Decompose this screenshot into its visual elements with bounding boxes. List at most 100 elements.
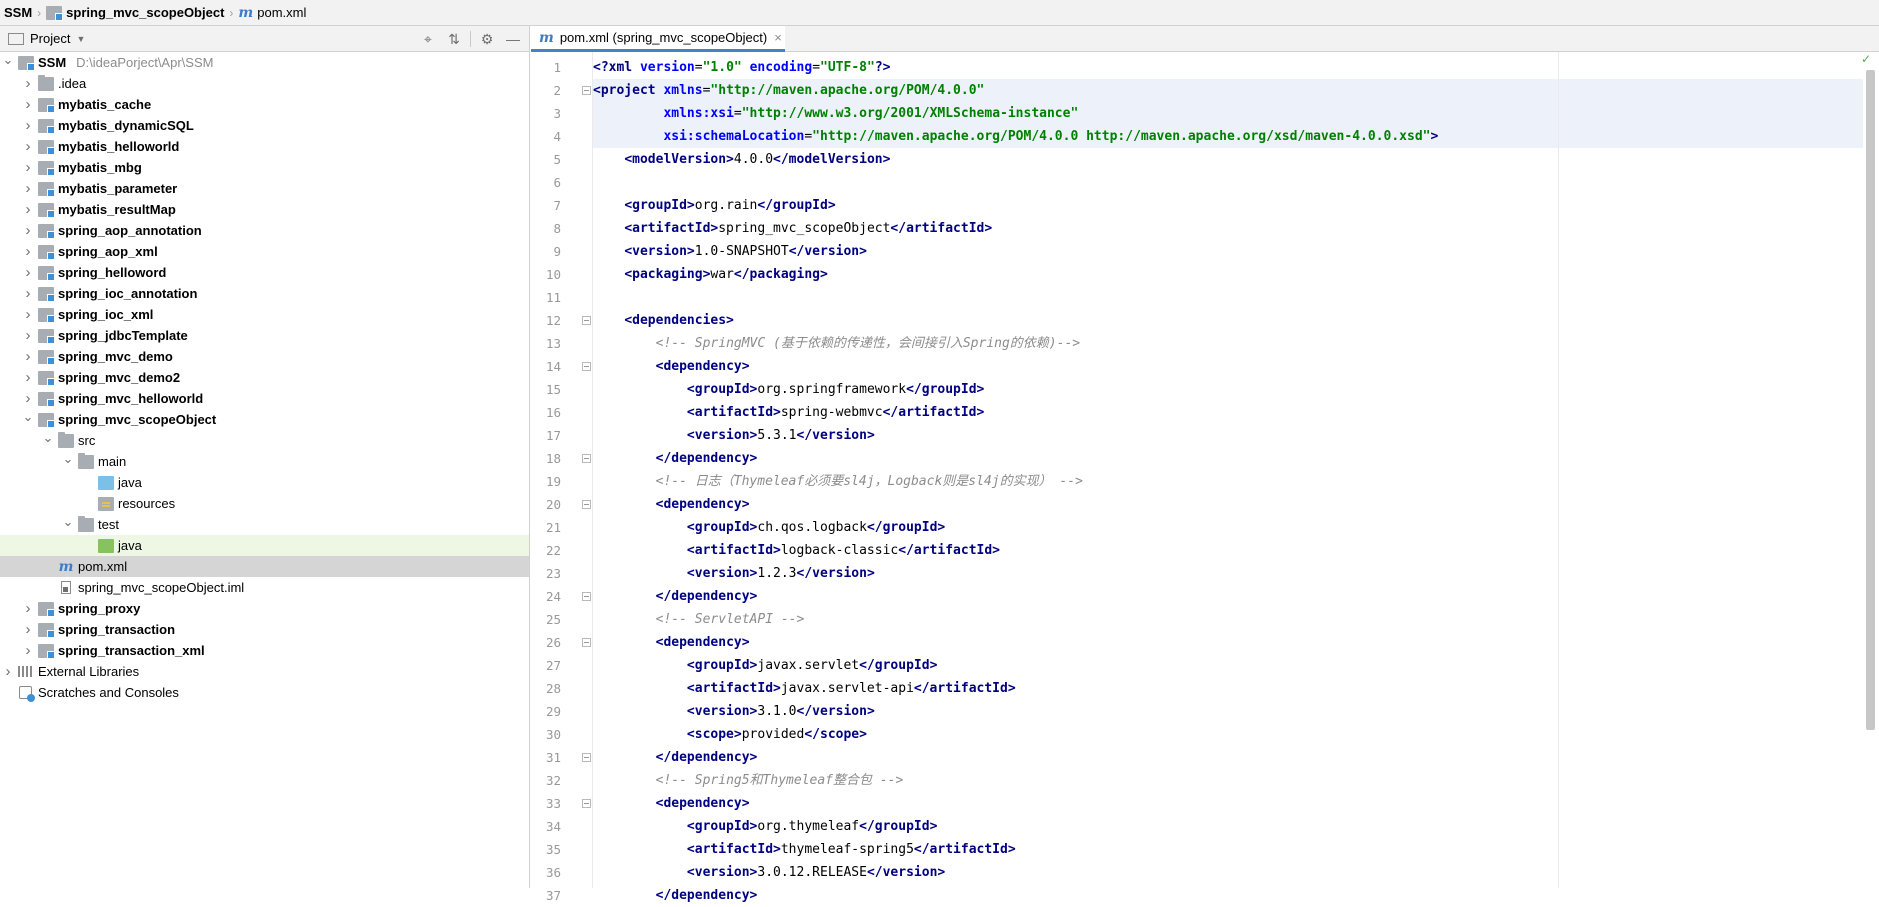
chevron-right-icon[interactable]: ›	[22, 390, 34, 407]
chevron-down-icon[interactable]: ▼	[76, 34, 85, 44]
tree-item[interactable]: › spring_transaction_xml	[0, 640, 529, 661]
fold-toggle-icon[interactable]	[582, 362, 591, 371]
tree-item[interactable]: ⌄ test	[0, 514, 529, 535]
project-tool-window: Project ▼ ⌖ ⇅ ⚙ — ⌄ SSM D:\ideaPorject\Apr…	[0, 26, 530, 888]
chevron-down-icon[interactable]: ⌄	[62, 451, 74, 466]
tree-item[interactable]: › mybatis_parameter	[0, 178, 529, 199]
chevron-right-icon[interactable]: ›	[22, 264, 34, 281]
chevron-right-icon[interactable]: ›	[22, 138, 34, 155]
tree-item[interactable]: › mybatis_resultMap	[0, 199, 529, 220]
chevron-right-icon[interactable]: ›	[22, 159, 34, 176]
vertical-scrollbar[interactable]	[1866, 70, 1875, 730]
project-view-selector[interactable]: Project	[30, 31, 70, 46]
fold-toggle-icon[interactable]	[582, 753, 591, 762]
tree-item[interactable]: Scratches and Consoles	[0, 682, 529, 703]
chevron-down-icon[interactable]: ⌄	[62, 514, 74, 529]
tree-item[interactable]: › mybatis_cache	[0, 94, 529, 115]
code-text-area[interactable]: <?xml version="1.0" encoding="UTF-8"?> <p…	[593, 52, 1879, 903]
tree-item[interactable]: › spring_mvc_demo2	[0, 367, 529, 388]
folder-icon	[78, 515, 94, 532]
chevron-right-icon[interactable]: ›	[22, 180, 34, 197]
crosshair-icon[interactable]: ⌖	[418, 29, 438, 49]
chevron-down-icon[interactable]: ⌄	[2, 52, 14, 67]
tree-item[interactable]: › External Libraries	[0, 661, 529, 682]
tree-item[interactable]: › mybatis_helloworld	[0, 136, 529, 157]
line-number: 32	[545, 773, 561, 788]
code-token: <!-- Spring5和Thymeleaf整合包 -->	[655, 773, 904, 788]
code-token: xsi:schemaLocation	[663, 129, 805, 144]
maven-file-icon: m	[539, 29, 554, 46]
tree-item[interactable]: › mybatis_dynamicSQL	[0, 115, 529, 136]
collapse-all-icon[interactable]: ⇅	[444, 29, 464, 49]
fold-toggle-icon[interactable]	[582, 592, 591, 601]
tree-item[interactable]: resources	[0, 493, 529, 514]
line-number: 24	[545, 589, 561, 604]
chevron-right-icon[interactable]: ›	[22, 348, 34, 365]
chevron-right-icon[interactable]: ›	[22, 642, 34, 659]
chevron-right-icon[interactable]: ›	[22, 243, 34, 260]
module-folder-icon	[38, 118, 55, 134]
code-line: </dependency>	[593, 746, 1863, 769]
chevron-right-icon[interactable]: ›	[22, 327, 34, 344]
line-number: 2	[553, 83, 561, 98]
tree-item[interactable]: ⌄ spring_mvc_scopeObject	[0, 409, 529, 430]
tree-item[interactable]: › spring_helloword	[0, 262, 529, 283]
tree-item[interactable]: ⌄ main	[0, 451, 529, 472]
tree-item[interactable]: ⌄ SSM D:\ideaPorject\Apr\SSM	[0, 52, 529, 73]
code-token: <project	[593, 83, 664, 98]
tree-item[interactable]: ⌄ src	[0, 430, 529, 451]
minimize-icon[interactable]: —	[503, 29, 523, 49]
chevron-right-icon[interactable]: ›	[22, 306, 34, 323]
tree-item[interactable]: java	[0, 472, 529, 493]
tree-item[interactable]: › .idea	[0, 73, 529, 94]
tree-item[interactable]: › spring_mvc_helloworld	[0, 388, 529, 409]
tree-item[interactable]: › spring_ioc_xml	[0, 304, 529, 325]
tree-item[interactable]: › mybatis_mbg	[0, 157, 529, 178]
tree-item[interactable]: › spring_proxy	[0, 598, 529, 619]
line-number: 26	[545, 635, 561, 650]
tree-item[interactable]: › spring_mvc_demo	[0, 346, 529, 367]
code-token: <version>	[624, 244, 695, 259]
breadcrumb-item-ssm[interactable]: SSM	[4, 0, 32, 26]
tree-item-label: pom.xml	[78, 559, 128, 574]
tree-item-label: src	[78, 433, 96, 448]
chevron-right-icon[interactable]: ›	[22, 222, 34, 239]
chevron-right-icon[interactable]: ›	[22, 75, 34, 92]
tree-item[interactable]: › spring_aop_annotation	[0, 220, 529, 241]
chevron-right-icon[interactable]: ›	[22, 600, 34, 617]
fold-toggle-icon[interactable]	[582, 316, 591, 325]
breadcrumb-item-module[interactable]: spring_mvc_scopeObject	[46, 0, 224, 26]
tree-item[interactable]: › spring_ioc_annotation	[0, 283, 529, 304]
breadcrumb-item-file[interactable]: m pom.xml	[238, 0, 306, 26]
tab-pom-xml[interactable]: m pom.xml (spring_mvc_scopeObject) ×	[531, 26, 785, 52]
chevron-right-icon[interactable]: ›	[22, 621, 34, 638]
tree-item[interactable]: m pom.xml	[0, 556, 529, 577]
chevron-right-icon[interactable]: ›	[22, 285, 34, 302]
tree-item[interactable]: › spring_transaction	[0, 619, 529, 640]
chevron-right-icon[interactable]: ›	[22, 201, 34, 218]
fold-toggle-icon[interactable]	[582, 638, 591, 647]
close-icon[interactable]: ×	[774, 30, 782, 45]
tree-item[interactable]: › spring_jdbcTemplate	[0, 325, 529, 346]
tree-item[interactable]: java	[0, 535, 529, 556]
chevron-down-icon[interactable]: ⌄	[42, 430, 54, 445]
chevron-down-icon[interactable]: ⌄	[22, 409, 34, 424]
fold-toggle-icon[interactable]	[582, 799, 591, 808]
code-line: <dependency>	[593, 493, 1863, 516]
code-line: <artifactId>thymeleaf-spring5</artifactI…	[593, 838, 1863, 861]
fold-toggle-icon[interactable]	[582, 500, 591, 509]
inspection-ok-icon[interactable]: ✓	[1861, 52, 1871, 66]
chevron-right-icon[interactable]: ›	[22, 117, 34, 134]
tree-item[interactable]: spring_mvc_scopeObject.iml	[0, 577, 529, 598]
chevron-right-icon[interactable]: ›	[22, 369, 34, 386]
tree-item[interactable]: › spring_aop_xml	[0, 241, 529, 262]
chevron-right-icon[interactable]: ›	[2, 663, 14, 680]
gear-icon[interactable]: ⚙	[477, 29, 497, 49]
chevron-right-icon[interactable]: ›	[22, 96, 34, 113]
fold-toggle-icon[interactable]	[582, 454, 591, 463]
fold-toggle-icon[interactable]	[582, 86, 591, 95]
module-folder-icon	[38, 412, 55, 428]
